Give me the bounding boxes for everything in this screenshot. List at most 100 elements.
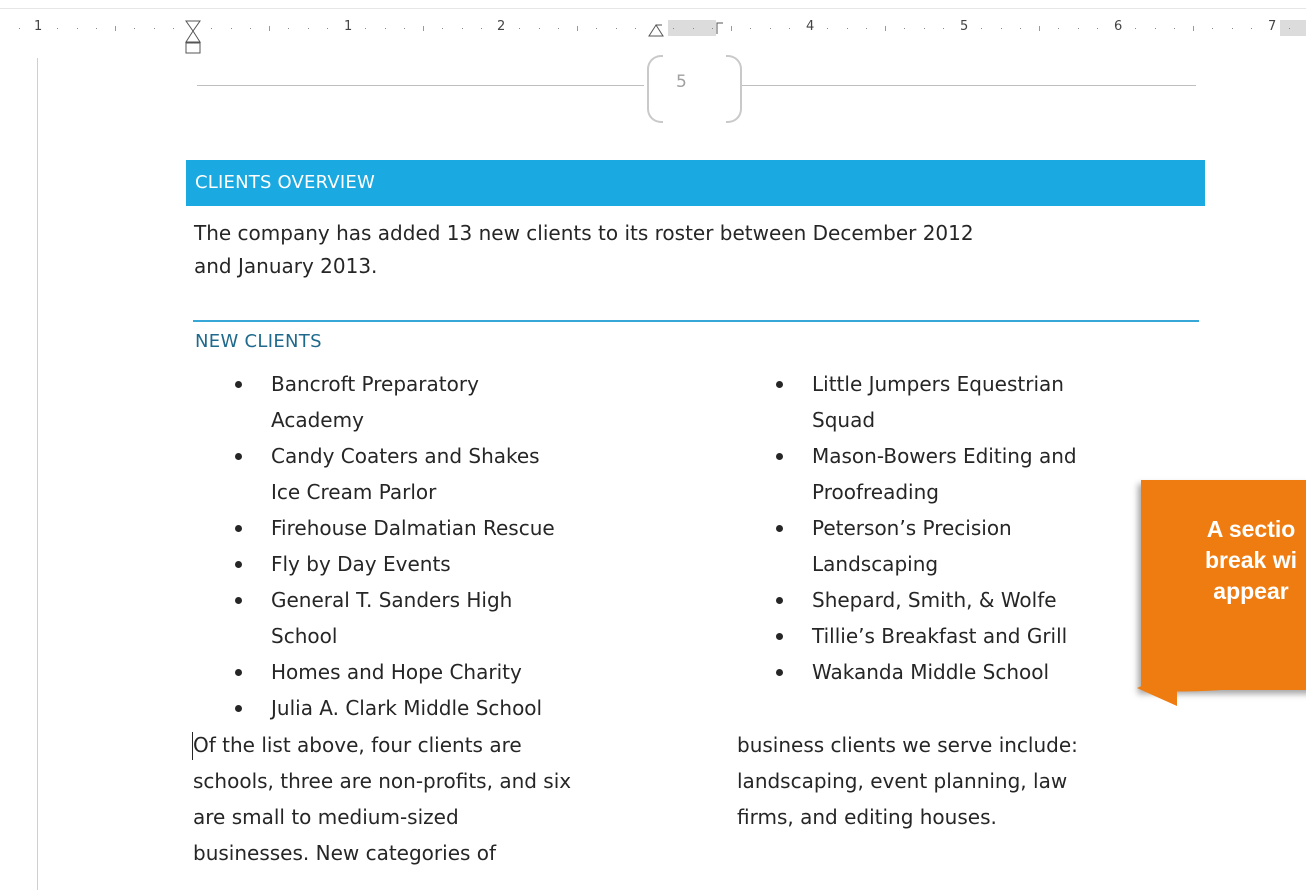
- ruler-tick: [1251, 28, 1252, 29]
- ruler-tick: [731, 26, 732, 31]
- list-item-text: Tillie’s Breakfast and Grill: [812, 624, 1068, 648]
- ruler-tick: [827, 28, 828, 29]
- subheading-rule: [193, 320, 1199, 322]
- body-line: are small to medium-sized: [193, 805, 459, 829]
- clients-list-column-1[interactable]: Bancroft Preparatory Academy Candy Coaters…: [235, 366, 631, 726]
- ruler-top-border: [0, 8, 1306, 9]
- bullet-icon: [235, 669, 242, 676]
- list-item-text: School: [271, 624, 338, 648]
- ruler-tick: [558, 28, 559, 29]
- callout-text: A sectio break wi appear: [1141, 514, 1306, 607]
- ruler-tick: [57, 28, 58, 29]
- body-text-column-1[interactable]: Of the list above, four clients are schoo…: [193, 727, 683, 871]
- ruler-tick: [885, 26, 886, 31]
- page-left-edge: [37, 58, 38, 890]
- ruler-tick: [904, 28, 905, 29]
- ruler-tick: [134, 28, 135, 29]
- ruler-tick: [539, 28, 540, 29]
- list-item-text: General T. Sanders High: [271, 588, 513, 612]
- ruler-tick: [673, 28, 674, 29]
- list-item[interactable]: Peterson’s Precision Landscaping: [776, 510, 1152, 582]
- section-heading[interactable]: CLIENTS OVERVIEW: [195, 172, 375, 193]
- bullet-icon: [235, 597, 242, 604]
- list-item[interactable]: Bancroft Preparatory Academy: [235, 366, 631, 438]
- list-item[interactable]: General T. Sanders High School: [235, 582, 631, 654]
- list-item-text: Squad: [812, 408, 876, 432]
- list-item[interactable]: Julia A. Clark Middle School: [235, 690, 631, 726]
- list-item[interactable]: Shepard, Smith, & Wolfe: [776, 582, 1152, 618]
- list-item-text: Fly by Day Events: [271, 552, 451, 576]
- list-item-text: Ice Cream Parlor: [271, 480, 437, 504]
- list-item[interactable]: Candy Coaters and Shakes Ice Cream Parlor: [235, 438, 631, 510]
- body-line: firms, and editing houses.: [737, 805, 997, 829]
- ruler-tick: [1174, 28, 1175, 29]
- ruler-tick: [250, 28, 251, 29]
- list-item[interactable]: Firehouse Dalmatian Rescue: [235, 510, 631, 546]
- page-number[interactable]: 5: [676, 72, 687, 92]
- ruler-tick: [1078, 28, 1079, 29]
- ruler-tick: [770, 28, 771, 29]
- list-item-text: Firehouse Dalmatian Rescue: [271, 516, 555, 540]
- ruler-tick: [596, 28, 597, 29]
- list-item[interactable]: Tillie’s Breakfast and Grill: [776, 618, 1152, 654]
- list-item-text: Academy: [271, 408, 364, 432]
- body-line: schools, three are non-profits, and six: [193, 769, 572, 793]
- list-item[interactable]: Wakanda Middle School: [776, 654, 1152, 690]
- right-indent-marker-icon[interactable]: [647, 24, 665, 38]
- ruler-tick: [327, 28, 328, 29]
- body-line: businesses. New categories of: [193, 841, 497, 865]
- ruler-tick: [519, 28, 520, 29]
- bullet-icon: [235, 705, 242, 712]
- clients-list-column-2[interactable]: Little Jumpers Equestrian Squad Mason-Bowe…: [776, 366, 1152, 690]
- ruler-tick: [269, 26, 270, 31]
- ruler-label: 1: [34, 19, 43, 34]
- ruler-tick: [1135, 28, 1136, 29]
- list-item-text: Shepard, Smith, & Wolfe: [812, 588, 1057, 612]
- ruler-tick: [847, 28, 848, 29]
- ruler-tick: [1289, 28, 1290, 29]
- ruler-tick: [635, 28, 636, 29]
- list-item[interactable]: Homes and Hope Charity: [235, 654, 631, 690]
- body-text-column-2[interactable]: business clients we serve include: landsc…: [737, 727, 1177, 835]
- bullet-icon: [776, 525, 783, 532]
- ruler-tick: [365, 28, 366, 29]
- ruler-tick: [712, 28, 713, 29]
- ruler-tick: [577, 26, 578, 31]
- ruler-column-gap[interactable]: [668, 20, 716, 36]
- ruler-tick: [211, 28, 212, 29]
- ruler-label: 2: [497, 19, 506, 34]
- list-item-text: Julia A. Clark Middle School: [271, 696, 543, 720]
- ruler-right-margin: [1280, 20, 1306, 36]
- subheading[interactable]: NEW CLIENTS: [195, 331, 322, 352]
- ruler-tick: [866, 28, 867, 29]
- page-number-right-brace: [726, 55, 742, 123]
- list-item-text: Bancroft Preparatory: [271, 372, 479, 396]
- ruler-tick: [1212, 28, 1213, 29]
- bullet-icon: [776, 669, 783, 676]
- bullet-icon: [776, 453, 783, 460]
- intro-paragraph[interactable]: The company has added 13 new clients to …: [194, 217, 1194, 283]
- bullet-icon: [235, 453, 242, 460]
- header-line-right: [742, 85, 1196, 86]
- list-item-text: Proofreading: [812, 480, 939, 504]
- page-number-left-brace: [647, 55, 663, 123]
- list-item[interactable]: Little Jumpers Equestrian Squad: [776, 366, 1152, 438]
- ruler-tick: [77, 28, 78, 29]
- callout-line: appear: [1213, 578, 1289, 604]
- section-heading-bar[interactable]: CLIENTS OVERVIEW: [186, 160, 1205, 206]
- left-indent-marker-icon[interactable]: [184, 20, 202, 56]
- intro-line: and January 2013.: [194, 254, 378, 278]
- body-line: Of the list above, four clients are: [193, 733, 522, 757]
- ruler-tick: [442, 28, 443, 29]
- list-item[interactable]: Mason-Bowers Editing and Proofreading: [776, 438, 1152, 510]
- ruler-tick: [1058, 28, 1059, 29]
- list-item[interactable]: Fly by Day Events: [235, 546, 631, 582]
- ruler-tick: [924, 28, 925, 29]
- column-indent-marker-icon[interactable]: [715, 22, 725, 36]
- list-item-text: Wakanda Middle School: [812, 660, 1050, 684]
- ruler-tick: [789, 28, 790, 29]
- horizontal-ruler[interactable]: 1 1 2 4 5 6 7: [0, 0, 1306, 54]
- bullet-icon: [776, 633, 783, 640]
- ruler-tick: [693, 28, 694, 29]
- ruler-tick: [1039, 26, 1040, 31]
